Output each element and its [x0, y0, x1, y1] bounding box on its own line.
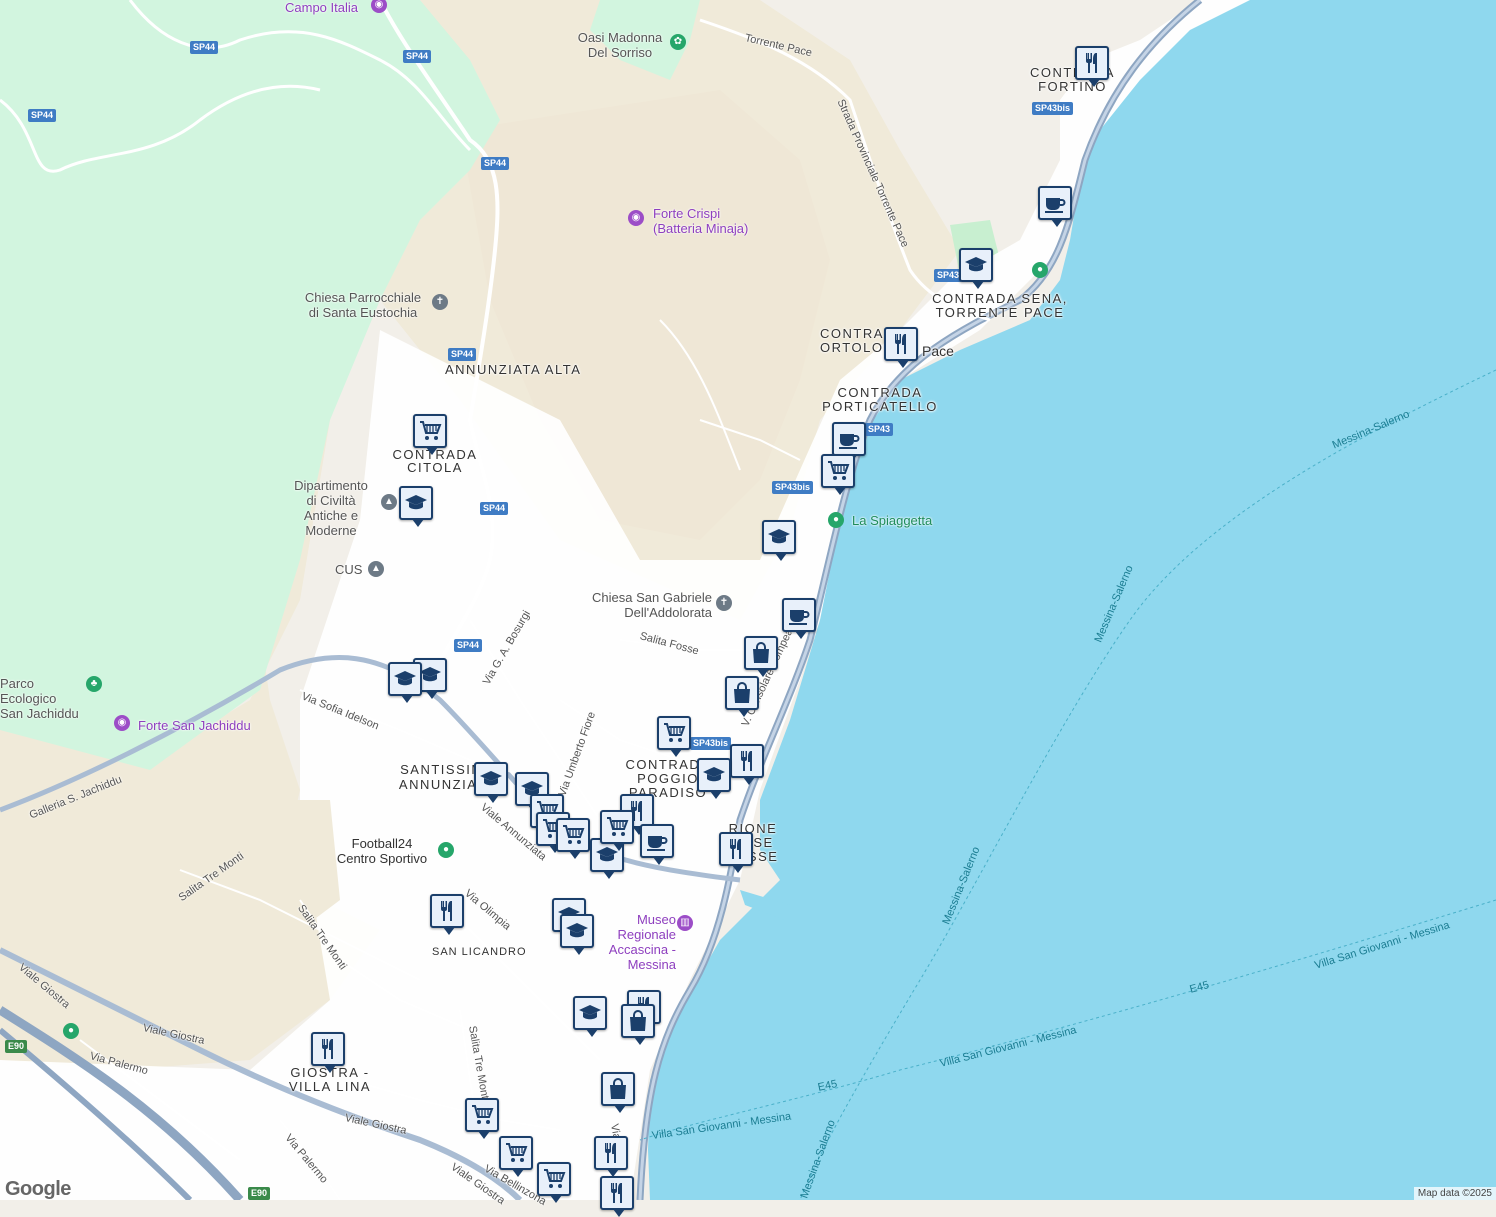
cart-icon: [544, 1169, 566, 1188]
bag-icon: [610, 1078, 626, 1099]
cart-icon: [420, 421, 442, 440]
cart-icon: [607, 817, 629, 836]
ferry-routes: [639, 369, 1496, 1200]
bag-marker[interactable]: [725, 676, 759, 717]
cart-icon: [506, 1143, 528, 1162]
cart-marker[interactable]: [537, 1162, 571, 1203]
cart-marker[interactable]: [499, 1136, 533, 1177]
restaurant-marker[interactable]: [730, 744, 764, 785]
restaurant-icon: [322, 1039, 333, 1059]
school-marker[interactable]: [399, 486, 433, 527]
restaurant-marker[interactable]: [884, 327, 918, 368]
school-icon: [579, 1005, 601, 1020]
cart-icon: [828, 461, 850, 480]
bag-marker[interactable]: [601, 1072, 635, 1113]
restaurant-icon: [730, 839, 741, 859]
coffee-marker[interactable]: [640, 824, 674, 865]
school-marker[interactable]: [560, 914, 594, 955]
coffee-icon: [1045, 198, 1066, 213]
cart-marker[interactable]: [413, 414, 447, 455]
restaurant-icon: [611, 1183, 622, 1203]
school-icon: [768, 529, 790, 544]
restaurant-icon: [1086, 53, 1097, 73]
restaurant-marker[interactable]: [430, 894, 464, 935]
map-data-attribution[interactable]: Map data ©2025: [1413, 1187, 1496, 1200]
school-icon: [405, 495, 427, 510]
school-marker[interactable]: [762, 520, 796, 561]
school-icon: [480, 771, 502, 786]
school-marker[interactable]: [697, 758, 731, 799]
bag-marker[interactable]: [621, 1004, 655, 1045]
school-marker[interactable]: [474, 762, 508, 803]
restaurant-icon: [441, 901, 452, 921]
cart-marker[interactable]: [556, 818, 590, 859]
cart-marker[interactable]: [657, 716, 691, 757]
cart-marker[interactable]: [465, 1098, 499, 1139]
coffee-icon: [839, 434, 860, 449]
restaurant-marker[interactable]: [1075, 46, 1109, 87]
bag-icon: [630, 1010, 646, 1031]
coffee-marker[interactable]: [832, 422, 866, 463]
google-logo: Google: [5, 1178, 71, 1200]
restaurant-marker[interactable]: [311, 1032, 345, 1073]
cart-icon: [664, 723, 686, 742]
restaurant-icon: [605, 1143, 616, 1163]
restaurant-marker[interactable]: [719, 832, 753, 873]
coffee-marker[interactable]: [1038, 186, 1072, 227]
cart-icon: [472, 1105, 494, 1124]
coffee-marker[interactable]: [782, 598, 816, 639]
school-marker[interactable]: [959, 248, 993, 289]
bag-icon: [753, 642, 769, 663]
restaurant-marker[interactable]: [594, 1136, 628, 1177]
school-icon: [965, 257, 987, 272]
bag-icon: [734, 682, 750, 703]
coffee-icon: [647, 836, 668, 851]
cart-marker[interactable]: [600, 810, 634, 851]
cart-marker[interactable]: [821, 454, 855, 495]
school-marker[interactable]: [573, 996, 607, 1037]
restaurant-icon: [741, 751, 752, 771]
restaurant-marker[interactable]: [600, 1176, 634, 1217]
cart-icon: [563, 825, 585, 844]
school-marker[interactable]: [388, 662, 422, 703]
coffee-icon: [789, 610, 810, 625]
bag-marker[interactable]: [744, 636, 778, 677]
school-icon: [566, 923, 588, 938]
school-icon: [394, 671, 416, 686]
school-icon: [703, 767, 725, 782]
restaurant-icon: [895, 334, 906, 354]
